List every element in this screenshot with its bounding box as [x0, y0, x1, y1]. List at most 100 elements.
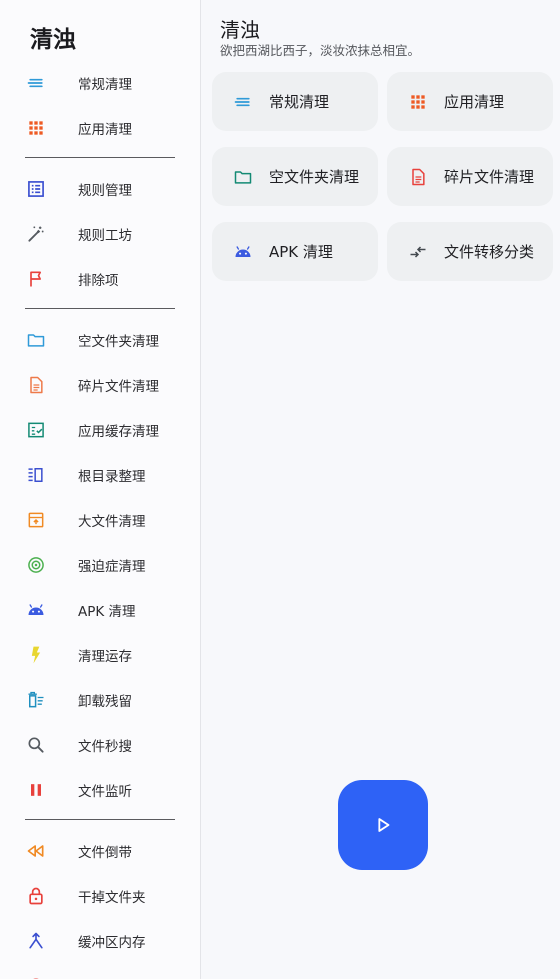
- sidebar-item-label: 碎片文件清理: [78, 378, 159, 395]
- trash-list-icon-wrap: [25, 689, 47, 711]
- list-box-icon: [28, 180, 44, 197]
- sidebar-item-label: 应用缓存清理: [78, 423, 159, 440]
- android-icon-wrap: [232, 241, 254, 263]
- sidebar-item[interactable]: 文件秒搜: [0, 722, 200, 767]
- sidebar-item-label: 规则管理: [78, 182, 132, 199]
- pause-icon-wrap: [25, 779, 47, 801]
- checklist-icon-wrap: [25, 419, 47, 441]
- checklist-icon: [28, 422, 44, 437]
- sidebar-item[interactable]: [0, 963, 200, 979]
- flash-icon-wrap: [25, 644, 47, 666]
- sidebar-item-label: 排除项: [78, 272, 119, 289]
- sidebar-item-label: 强迫症清理: [78, 558, 146, 575]
- sidebar-item-label: 缓冲区内存: [78, 934, 146, 951]
- columns-icon: [28, 467, 43, 482]
- search-icon-wrap: [25, 734, 47, 756]
- sidebar-item[interactable]: 空文件夹清理: [0, 317, 200, 362]
- sidebar-item[interactable]: 应用缓存清理: [0, 407, 200, 452]
- feature-card[interactable]: 应用清理: [387, 72, 553, 131]
- nav-divider: [0, 150, 200, 166]
- feature-card-label: 文件转移分类: [444, 243, 535, 261]
- page-subtitle: 欲把西湖比西子，淡妆浓抹总相宜。: [220, 43, 421, 58]
- feature-card-label: 碎片文件清理: [444, 168, 535, 186]
- rewind-icon: [27, 844, 44, 857]
- sidebar-item[interactable]: 应用清理: [0, 105, 200, 150]
- merge-icon: [29, 932, 43, 948]
- sidebar-item-label: 卸载残留: [78, 693, 132, 710]
- circle-icon-wrap: [25, 975, 47, 979]
- search-icon: [28, 737, 44, 753]
- lines-icon: [234, 97, 250, 106]
- android-icon-wrap: [25, 599, 47, 621]
- sidebar-item-label: 文件秒搜: [78, 738, 132, 755]
- feature-card[interactable]: 空文件夹清理: [212, 147, 378, 206]
- transfer-icon-wrap: [407, 241, 429, 263]
- flag-icon: [30, 271, 42, 286]
- archive-icon: [28, 512, 44, 527]
- sidebar-item[interactable]: 清理运存: [0, 632, 200, 677]
- folder-icon: [27, 333, 45, 347]
- circle-icon: [32, 978, 40, 979]
- android-icon: [28, 603, 44, 615]
- sidebar-item-label: 文件倒带: [78, 844, 132, 861]
- nav-divider: [0, 812, 200, 828]
- feature-card[interactable]: 文件转移分类: [387, 222, 553, 281]
- grid-icon-wrap: [25, 117, 47, 139]
- sidebar-item-label: 大文件清理: [78, 513, 146, 530]
- transfer-icon: [410, 245, 426, 258]
- merge-icon-wrap: [25, 930, 47, 952]
- sidebar-item[interactable]: 根目录整理: [0, 452, 200, 497]
- grid-icon-wrap: [407, 91, 429, 113]
- lock-icon: [29, 887, 43, 904]
- sidebar-item[interactable]: 碎片文件清理: [0, 362, 200, 407]
- sidebar-item-label: 清理运存: [78, 648, 132, 665]
- feature-card-label: 常规清理: [269, 93, 330, 111]
- drawer-nav-list: 常规清理应用清理规则管理规则工坊排除项空文件夹清理碎片文件清理 应用缓存清理 根目录…: [0, 60, 200, 979]
- list-box-icon-wrap: [25, 178, 47, 200]
- sidebar-item[interactable]: 文件倒带: [0, 828, 200, 873]
- folder-icon-wrap: [232, 166, 254, 188]
- sidebar-item[interactable]: 干掉文件夹: [0, 873, 200, 918]
- flag-icon-wrap: [25, 268, 47, 290]
- pause-icon: [31, 783, 41, 796]
- document-icon-wrap: [407, 166, 429, 188]
- magic-wand-icon-wrap: [25, 223, 47, 245]
- sidebar-item[interactable]: 缓冲区内存: [0, 918, 200, 963]
- feature-card[interactable]: APK 清理: [212, 222, 378, 281]
- lines-icon: [27, 78, 43, 87]
- feature-card[interactable]: 常规清理: [212, 72, 378, 131]
- columns-icon-wrap: [25, 464, 47, 486]
- sidebar-item[interactable]: 文件监听: [0, 767, 200, 812]
- target-icon-wrap: [25, 554, 47, 576]
- folder-icon-wrap: [25, 329, 47, 351]
- sidebar-item-label: 干掉文件夹: [78, 889, 146, 906]
- feature-card-label: 应用清理: [444, 93, 505, 111]
- start-clean-fab[interactable]: [338, 780, 428, 870]
- trash-list-icon: [28, 691, 44, 707]
- sidebar-item[interactable]: APK 清理: [0, 587, 200, 632]
- sidebar-item-label: APK 清理: [78, 603, 136, 620]
- sidebar-item[interactable]: 强迫症清理: [0, 542, 200, 587]
- grid-icon: [411, 94, 425, 109]
- grid-icon: [29, 120, 43, 135]
- lock-icon-wrap: [25, 885, 47, 907]
- sidebar-item[interactable]: 常规清理: [0, 60, 200, 105]
- feature-card-label: APK 清理: [269, 243, 333, 261]
- sidebar-item[interactable]: 卸载残留: [0, 677, 200, 722]
- sidebar-item-label: 根目录整理: [78, 468, 146, 485]
- target-icon: [28, 556, 44, 573]
- lines-icon-wrap: [25, 72, 47, 94]
- rewind-icon-wrap: [25, 840, 47, 862]
- feature-card-label: 空文件夹清理: [269, 168, 360, 186]
- magic-wand-icon: [28, 226, 44, 242]
- main-content: 清浊 欲把西湖比西子，淡妆浓抹总相宜。 常规清理 应用清理 空文件夹清理 碎片文件清理…: [202, 0, 560, 979]
- sidebar-item[interactable]: 规则工坊: [0, 211, 200, 256]
- sidebar-item[interactable]: 规则管理: [0, 166, 200, 211]
- flash-icon: [31, 646, 41, 663]
- sidebar-item[interactable]: 大文件清理: [0, 497, 200, 542]
- lines-icon-wrap: [232, 91, 254, 113]
- sidebar-item[interactable]: 排除项: [0, 256, 200, 301]
- sidebar-item-label: 应用清理: [78, 121, 132, 138]
- archive-icon-wrap: [25, 509, 47, 531]
- feature-card[interactable]: 碎片文件清理: [387, 147, 553, 206]
